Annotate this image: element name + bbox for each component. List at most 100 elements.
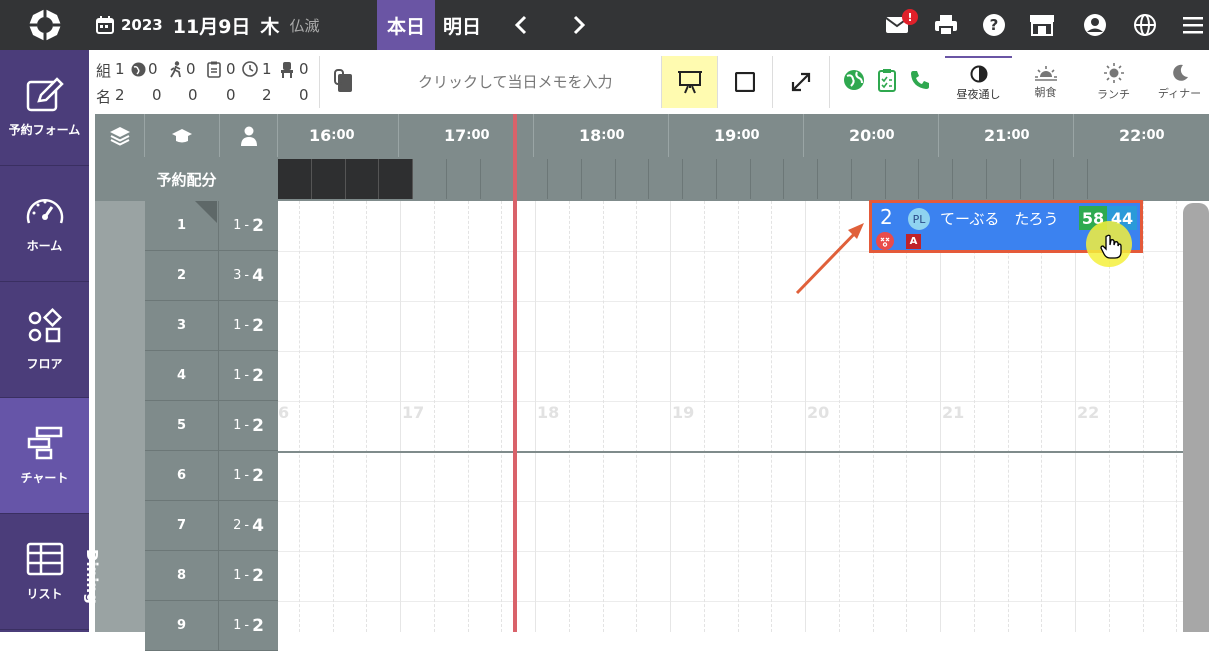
web-filter-button[interactable] [843,69,865,95]
stats-group-label: 組 [96,62,112,80]
layers-button[interactable] [95,114,145,157]
allocation-slot[interactable] [481,159,515,199]
sidebar-item-floor[interactable]: フロア [0,282,89,398]
allocation-slot[interactable] [582,159,616,199]
table-row[interactable]: 91-2 [145,601,278,651]
capacity-dash: - [244,318,250,333]
capacity-max: 2 [252,315,264,336]
sidebar-item-list[interactable]: リスト [0,514,89,630]
allocation-slot[interactable] [784,159,818,199]
date-display[interactable]: 2023 11月9日 木 仏滅 [95,0,319,50]
clipboard-filter-button[interactable] [877,68,897,96]
sunrise-icon [1034,65,1057,81]
allocation-slot[interactable] [278,159,312,199]
allocation-slot[interactable] [548,159,582,199]
layers-icon [109,126,130,146]
sidebar-item-reservation-form[interactable]: 予約フォーム [0,50,89,166]
presentation-mode-button[interactable] [661,56,717,108]
sidebar-item-label: 予約フォーム [8,123,81,137]
today-button[interactable]: 本日 [377,0,435,50]
chevron-left-icon [514,15,527,35]
mode-allday[interactable]: 昼夜通し [945,56,1012,108]
table-row[interactable]: 61-2 [145,451,278,501]
mode-label: ディナー [1157,86,1202,100]
capacity-min: 1 [233,368,242,383]
vertical-scrollbar[interactable] [1183,203,1209,632]
menu-button[interactable] [1180,12,1206,38]
allocation-slot[interactable] [953,159,987,199]
reservation-pl-badge: PL [908,208,930,230]
help-button[interactable]: ? [981,12,1007,38]
stats-people-seated: 0 [299,86,309,104]
allocation-slot[interactable] [1054,159,1088,199]
print-button[interactable] [933,12,959,38]
square-button[interactable] [717,56,772,108]
table-row[interactable]: 81-2 [145,551,278,601]
allocation-slot[interactable] [751,159,785,199]
allocation-slot[interactable] [616,159,650,199]
allocation-slot[interactable] [818,159,852,199]
table-row[interactable]: 72-4 [145,501,278,551]
allocation-slot[interactable] [852,159,886,199]
allocation-slot[interactable] [987,159,1021,199]
allocation-slot[interactable] [1021,159,1055,199]
allocation-slot[interactable] [514,159,548,199]
allocation-slot[interactable] [345,159,380,199]
edit-icon [26,77,64,112]
mode-breakfast[interactable]: 朝食 [1012,56,1079,108]
daily-memo-input[interactable]: クリックして当日メモを入力 [319,56,661,108]
hour-label: 22:00 [1119,126,1165,145]
sidebar-item-label: フロア [26,357,63,371]
mode-dinner[interactable]: ディナー [1146,56,1209,108]
printer-icon [935,15,957,36]
allocation-slot[interactable] [683,159,717,199]
clock-icon [242,61,258,81]
seat-type-header[interactable] [145,114,220,157]
phone-filter-button[interactable] [909,69,931,95]
timeline-grid[interactable]: 6 17 18 19 20 21 22 [278,201,1209,632]
chart-header: 16:00 17:00 18:00 19:00 20:00 21:00 22:0… [95,114,1209,157]
floor-shapes-icon [28,307,62,343]
language-button[interactable] [1132,12,1158,38]
sidebar-item-label: リスト [26,587,63,601]
tomorrow-button[interactable]: 明日 [443,0,481,50]
table-capacity: 1-2 [219,601,278,651]
fullscreen-button[interactable] [772,56,829,108]
top-bar: 2023 11月9日 木 仏滅 本日 明日 ! ? [0,0,1209,50]
prev-day-button[interactable] [514,0,528,50]
allocation-slot[interactable] [886,159,920,199]
channel-filters [829,56,943,108]
table-number: 8 [145,551,219,601]
memo-placeholder: クリックして当日メモを入力 [418,73,613,91]
sidebar-item-chart[interactable]: チャート [0,398,89,514]
chevron-right-icon [573,15,586,35]
chart-bars-icon [27,426,62,460]
app-logo[interactable] [0,0,89,50]
sidebar-item-home[interactable]: ホーム [0,166,89,282]
clipboard-check-icon [877,69,896,92]
table-row[interactable]: 23-4 [145,251,278,301]
svg-text:?: ? [990,16,999,34]
table-number: 3 [145,301,219,351]
allocation-slot[interactable] [413,159,447,199]
account-button[interactable] [1082,12,1108,38]
capacity-min: 1 [233,568,242,583]
mode-lunch[interactable]: ランチ [1080,56,1147,108]
next-day-button[interactable] [572,0,586,50]
table-row[interactable]: 31-2 [145,301,278,351]
allocation-slot[interactable] [717,159,751,199]
allocation-slot[interactable] [649,159,683,199]
capacity-dash: - [244,268,250,283]
capacity-dash: - [244,518,250,533]
ghost-hour-label: 19 [672,403,695,422]
allocation-slot[interactable] [379,159,413,199]
notification-badge: ! [902,9,918,25]
area-label: Dining [83,549,101,604]
table-row[interactable]: 41-2 [145,351,278,401]
allocation-slot[interactable] [447,159,481,199]
capacity-header[interactable] [220,114,278,157]
allocation-slot[interactable] [311,159,346,199]
allocation-slot[interactable] [919,159,953,199]
table-row[interactable]: 51-2 [145,401,278,451]
store-button[interactable] [1029,12,1055,38]
